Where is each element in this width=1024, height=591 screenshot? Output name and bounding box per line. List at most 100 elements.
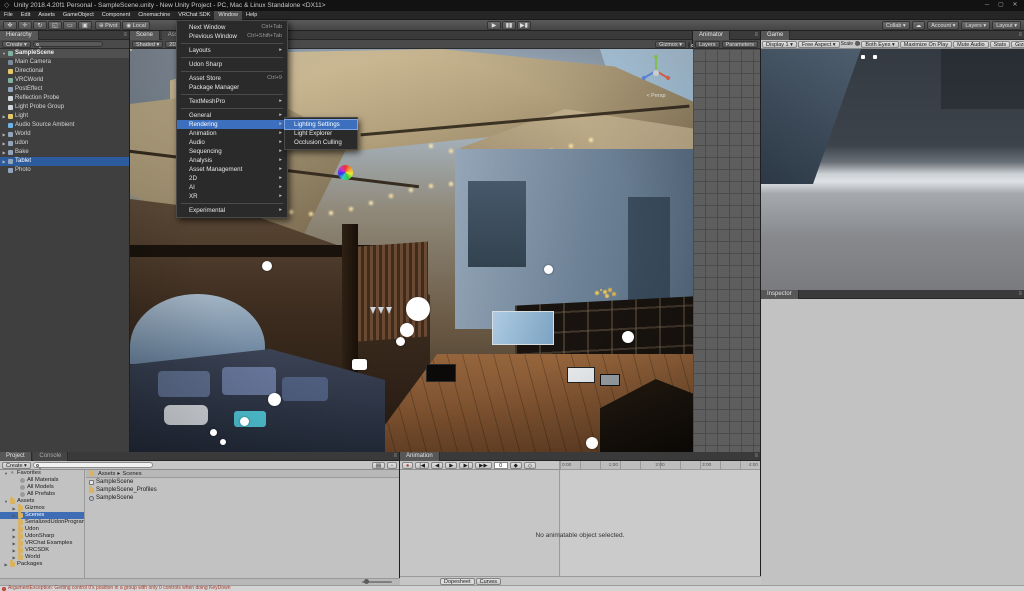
- project-file[interactable]: SampleScene: [86, 494, 399, 502]
- tab-animation[interactable]: Animation: [400, 452, 440, 461]
- window-menu-item[interactable]: Previous Window Ctrl+Shift+Tab: [177, 32, 287, 41]
- aspect-dropdown[interactable]: Free Aspect ▾: [797, 40, 840, 48]
- gizmos-dropdown[interactable]: Gizmos ▾: [655, 41, 686, 48]
- account-button[interactable]: Account ▾: [927, 21, 960, 30]
- menubar-item-help[interactable]: Help: [242, 11, 261, 20]
- project-tree-item[interactable]: ▶ Gizmos: [0, 504, 84, 512]
- dopesheet-button[interactable]: Dopesheet: [440, 577, 475, 585]
- tab-animator[interactable]: Animator: [693, 31, 731, 40]
- animation-timeline-area[interactable]: [561, 470, 760, 576]
- submenu-item[interactable]: Light Explorer: [285, 129, 357, 138]
- mute-audio-toggle[interactable]: Mute Audio: [953, 40, 989, 48]
- animator-parameters-tab[interactable]: Parameters: [721, 40, 758, 48]
- layout-grid-icon[interactable]: ▤: [371, 461, 386, 469]
- tab-project[interactable]: Project: [0, 452, 32, 461]
- scene-search-input[interactable]: [688, 41, 694, 48]
- project-favorites-root[interactable]: ▼ ★ Favorites: [0, 470, 84, 477]
- breadcrumb-current[interactable]: Scenes: [122, 470, 141, 478]
- submenu-item[interactable]: Occlusion Culling: [285, 138, 357, 147]
- hierarchy-item[interactable]: ▶ Tablet: [0, 157, 129, 166]
- window-menu-item[interactable]: Asset Store Ctrl+9: [177, 74, 287, 83]
- window-menu-item[interactable]: TextMeshPro ▸: [177, 97, 287, 106]
- maximize-on-play-toggle[interactable]: Maximize On Play: [899, 40, 953, 48]
- play-button[interactable]: ▶: [445, 461, 458, 469]
- menubar-item-file[interactable]: File: [0, 11, 17, 20]
- project-tree-item[interactable]: ▶ VRCSDK: [0, 546, 84, 554]
- next-key-button[interactable]: ▶|: [459, 461, 474, 469]
- window-menu-item[interactable]: Asset Management ▸: [177, 165, 287, 174]
- window-menu-item[interactable]: AI ▸: [177, 183, 287, 192]
- curves-button[interactable]: Curves: [475, 577, 502, 585]
- window-menu-item[interactable]: Animation ▸: [177, 129, 287, 138]
- panel-menu-icon[interactable]: ≡: [393, 452, 397, 461]
- project-tree-item[interactable]: ▶ Scenes: [0, 511, 84, 519]
- window-menu-item[interactable]: Experimental ▸: [177, 206, 287, 215]
- window-menu-item[interactable]: 2D ▸: [177, 174, 287, 183]
- project-file[interactable]: SampleScene: [86, 478, 399, 486]
- tab-console[interactable]: Console: [33, 452, 69, 461]
- window-menu-item[interactable]: Sequencing ▸: [177, 147, 287, 156]
- add-keyframe-button[interactable]: ◆: [509, 461, 522, 469]
- hierarchy-item[interactable]: Main Camera: [0, 58, 129, 67]
- hierarchy-item[interactable]: ▶ World: [0, 130, 129, 139]
- project-tree-item[interactable]: All Materials: [0, 477, 84, 484]
- menubar-item-assets[interactable]: Assets: [34, 11, 59, 20]
- thumbnail-size-slider[interactable]: [362, 579, 392, 584]
- first-key-button[interactable]: |◀: [415, 461, 429, 469]
- scene-root-row[interactable]: ▼ SampleScene: [0, 49, 129, 58]
- gizmo-handle-icon[interactable]: [622, 331, 634, 343]
- transform-tool-icon[interactable]: ▣: [78, 21, 92, 30]
- shading-mode-dropdown[interactable]: Shaded ▾: [132, 40, 164, 48]
- lock-icon[interactable]: ◦: [387, 461, 397, 469]
- display-dropdown[interactable]: Display 1 ▾: [762, 40, 797, 48]
- window-menu-item[interactable]: XR ▸: [177, 192, 287, 201]
- gizmo-handle-icon[interactable]: [396, 337, 405, 346]
- gizmo-handle-icon[interactable]: [262, 261, 272, 271]
- move-tool-icon[interactable]: ✛: [18, 21, 32, 30]
- pivot-toggle-button[interactable]: ⊕ Pivot: [95, 21, 122, 30]
- status-bar[interactable]: ! ArgumentException: Getting control 0's…: [0, 585, 1024, 591]
- menubar-item-cinemachine[interactable]: Cinemachine: [134, 11, 174, 20]
- menubar-item-edit[interactable]: Edit: [17, 11, 34, 20]
- project-search-input[interactable]: [32, 462, 153, 468]
- add-event-button[interactable]: ◇: [523, 461, 537, 469]
- play-button[interactable]: ▶: [487, 21, 501, 30]
- collapse-arrow-icon[interactable]: ▼: [0, 49, 8, 58]
- menubar-item-component[interactable]: Component: [98, 11, 134, 20]
- gizmo-handle-icon[interactable]: [544, 265, 553, 274]
- collab-button[interactable]: Collab ▾: [881, 21, 910, 30]
- window-menu-item[interactable]: Rendering ▸: [177, 120, 287, 129]
- hand-tool-icon[interactable]: ✜: [3, 21, 17, 30]
- last-key-button[interactable]: ▶▶: [475, 461, 492, 469]
- project-tree-item[interactable]: ▶ Udon: [0, 525, 84, 533]
- rotate-tool-icon[interactable]: ↻: [33, 21, 47, 30]
- window-menu-item[interactable]: Audio ▸: [177, 138, 287, 147]
- minimize-button[interactable]: ─: [980, 0, 994, 11]
- camera-gizmo-icon[interactable]: [352, 359, 367, 370]
- prev-key-button[interactable]: ◀: [431, 461, 444, 469]
- project-packages-root[interactable]: ▶ Packages: [0, 560, 84, 568]
- rect-tool-icon[interactable]: ▭: [63, 21, 77, 30]
- window-menu-item[interactable]: Udon Sharp: [177, 60, 287, 69]
- project-tree-item[interactable]: ▶ VRChat Examples: [0, 539, 84, 547]
- create-button[interactable]: Create ▾: [2, 461, 31, 469]
- restore-button[interactable]: ▢: [994, 0, 1008, 11]
- tab-inspector[interactable]: Inspector: [761, 290, 799, 299]
- local-toggle-button[interactable]: ◉ Local: [122, 21, 150, 30]
- hierarchy-search-input[interactable]: [32, 41, 103, 47]
- gizmo-handle-icon[interactable]: [400, 323, 414, 337]
- window-menu-item[interactable]: Layouts ▸: [177, 46, 287, 55]
- stats-toggle[interactable]: Stats: [989, 40, 1011, 48]
- hierarchy-item[interactable]: ▶ Bake: [0, 148, 129, 157]
- gizmo-handle-icon[interactable]: [240, 417, 249, 426]
- cloud-button[interactable]: ☁: [911, 21, 926, 30]
- project-tree-item[interactable]: ▶ UdonSharp: [0, 532, 84, 540]
- create-button[interactable]: Create ▾: [2, 40, 31, 48]
- game-gizmos-dropdown[interactable]: Gizmos: [1011, 40, 1024, 48]
- timeline-ruler[interactable]: 0:00 1:00 2:00 3:00 4:00: [560, 461, 760, 470]
- layers-button[interactable]: Layers ▾: [961, 21, 991, 30]
- hierarchy-item[interactable]: PostEffect: [0, 85, 129, 94]
- persp-label[interactable]: < Persp: [634, 93, 678, 99]
- tab-game[interactable]: Game: [761, 31, 791, 40]
- panel-menu-icon[interactable]: ≡: [754, 31, 758, 40]
